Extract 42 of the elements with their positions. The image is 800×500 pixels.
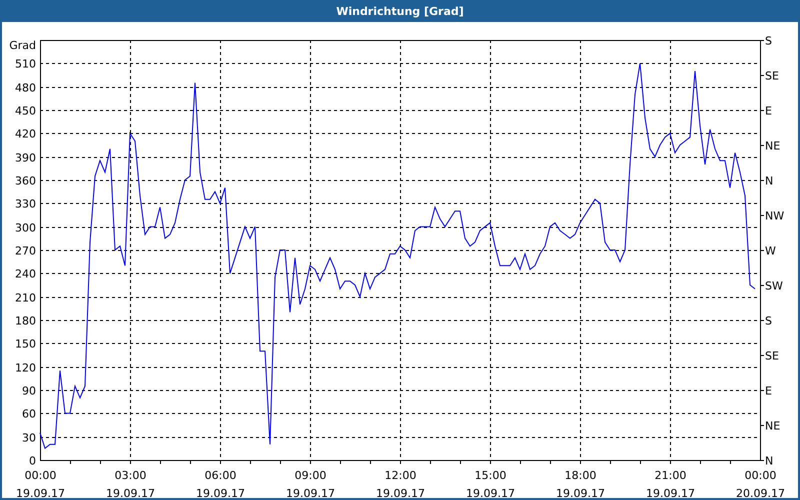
y-tick-label: 390: [15, 152, 36, 164]
y-tick-label: 450: [15, 104, 36, 118]
x-tick-label: 00:00 19.09.17: [16, 469, 65, 498]
x-tick-label: 09:00 19.09.17: [286, 469, 335, 498]
x-tick-label: 12:00 19.09.17: [376, 469, 425, 498]
y-tick-label: 510: [15, 58, 36, 70]
y-tick-label: 60: [22, 408, 36, 420]
direction-label: NE: [765, 140, 780, 152]
x-tick-label: 18:00 19.09.17: [556, 469, 605, 498]
x-tick-label: 00:00 20.09.17: [736, 469, 785, 498]
direction-label: SE: [765, 350, 779, 362]
direction-label: N: [765, 454, 774, 468]
direction-label: SE: [765, 70, 779, 82]
y-tick-label: 90: [22, 384, 36, 398]
x-tick-label: 06:00 19.09.17: [196, 469, 245, 498]
y-tick-label: 30: [22, 432, 36, 444]
y-tick-label: 180: [15, 314, 36, 328]
x-tick-label: 03:00 19.09.17: [106, 469, 155, 498]
y-tick-label: 120: [15, 362, 36, 374]
y-tick-label: 150: [15, 338, 36, 350]
y-tick-label: 300: [15, 222, 36, 234]
direction-label: E: [765, 384, 772, 398]
y-tick-label: 360: [15, 174, 36, 188]
y-tick-label: 420: [15, 128, 36, 140]
x-tick-label: 21:00 19.09.17: [646, 469, 695, 498]
direction-label: S: [765, 34, 772, 48]
direction-label: NW: [765, 210, 784, 222]
direction-label: N: [765, 174, 774, 188]
direction-label: E: [765, 104, 772, 118]
y-tick-label: 330: [15, 198, 36, 210]
direction-label: NE: [765, 420, 780, 432]
y-tick-label: 270: [15, 244, 36, 258]
y-tick-label: 480: [15, 82, 36, 94]
direction-label: W: [765, 244, 776, 258]
y-axis-title: Grad: [9, 39, 36, 52]
y-tick-label: 240: [15, 268, 36, 280]
y-tick-label: 0: [29, 454, 36, 468]
y-tick-label: 210: [15, 292, 36, 304]
x-tick-label: 15:00 19.09.17: [466, 469, 515, 498]
direction-label: SW: [765, 280, 783, 292]
direction-label: S: [765, 314, 772, 328]
window-title: Windrichtung [Grad]: [336, 4, 464, 18]
